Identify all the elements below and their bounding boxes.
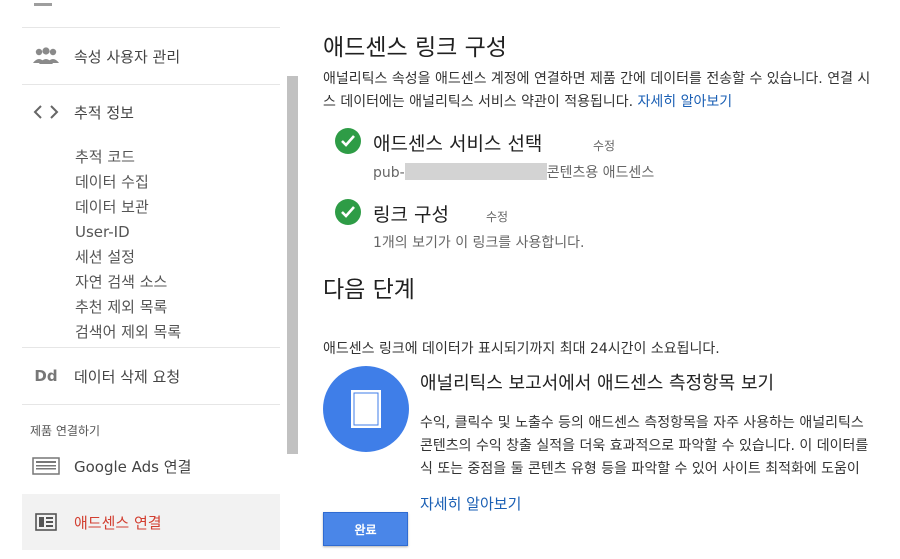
- publisher-prefix: pub-: [373, 165, 405, 181]
- sidebar-top-item[interactable]: [22, 0, 280, 28]
- report-icon: [323, 366, 409, 452]
- publisher-suffix: 콘텐츠용 애드센스: [546, 165, 655, 181]
- step2-title: 링크 구성: [373, 204, 449, 226]
- sidebar-item-label: Google Ads 연결: [74, 457, 192, 476]
- people-icon: [32, 45, 60, 67]
- step1-subtext: pub- 콘텐츠용 애드센스: [373, 162, 654, 182]
- subitem-session-settings[interactable]: 세션 설정: [75, 245, 135, 270]
- sidebar-item-data-deletion[interactable]: Dd 데이터 삭제 요청: [22, 347, 280, 405]
- check-icon: [335, 128, 361, 154]
- description-line-2: 스 데이터에는 애널리틱스 서비스 약관이 적용됩니다. 자세히 알아보기: [323, 91, 900, 114]
- sidebar-item-tracking-info[interactable]: 추적 정보: [22, 84, 280, 140]
- card-title: 애널리틱스 보고서에서 애드센스 측정항목 보기: [420, 373, 775, 394]
- delay-notice: 애드센스 링크에 데이터가 표시되기까지 최대 24시간이 소요됩니다.: [323, 341, 720, 357]
- sidebar-item-label: 속성 사용자 관리: [74, 47, 181, 66]
- subitem-data-retention[interactable]: 데이터 보관: [75, 195, 149, 220]
- sidebar-item-label: 데이터 삭제 요청: [74, 367, 181, 386]
- card-line-1: 수익, 클릭수 및 노출수 등의 애드센스 측정항목을 자주 사용하는 애널리틱…: [420, 415, 864, 431]
- description-line-1: 애널리틱스 속성을 애드센스 계정에 연결하면 제품 간에 데이터를 전송할 수…: [323, 71, 871, 87]
- subitem-search-term-exclusion[interactable]: 검색어 제외 목록: [75, 320, 181, 345]
- learn-more-link[interactable]: 자세히 알아보기: [638, 94, 733, 110]
- code-icon: [32, 101, 60, 123]
- description-line-2-text: 스 데이터에는 애널리틱스 서비스 약관이 적용됩니다.: [323, 94, 634, 110]
- step2-subtext: 1개의 보기가 이 링크를 사용합니다.: [373, 235, 585, 251]
- subitem-tracking-code[interactable]: 추적 코드: [75, 145, 135, 170]
- truncated-icon: [34, 3, 52, 6]
- adsense-icon: [32, 511, 60, 533]
- section-label-product-linking: 제품 연결하기: [30, 424, 101, 438]
- subitem-organic-search-sources[interactable]: 자연 검색 소스: [75, 270, 167, 295]
- sidebar-item-label: 추적 정보: [74, 103, 134, 122]
- subitem-referral-exclusion[interactable]: 추천 제외 목록: [75, 295, 167, 320]
- step1-edit-link[interactable]: 수정: [593, 137, 615, 154]
- sidebar-item-google-ads[interactable]: Google Ads 연결: [22, 438, 280, 495]
- card-learn-more-link[interactable]: 자세히 알아보기: [420, 493, 521, 514]
- admin-sidebar: 속성 사용자 관리 추적 정보 추적 코드 데이터 수집 데이터 보관 User…: [0, 0, 298, 559]
- google-ads-icon: [32, 455, 60, 477]
- step1-title: 애드센스 서비스 선택: [373, 133, 543, 155]
- sidebar-scrollbar[interactable]: [287, 76, 298, 454]
- sidebar-item-user-management[interactable]: 속성 사용자 관리: [22, 28, 280, 85]
- card-body: 수익, 클릭수 및 노출수 등의 애드센스 측정항목을 자주 사용하는 애널리틱…: [420, 412, 900, 481]
- page-title: 애드센스 링크 구성: [323, 35, 507, 61]
- redacted-publisher-id: [404, 163, 547, 180]
- subitem-user-id[interactable]: User-ID: [75, 220, 130, 245]
- subitem-data-collection[interactable]: 데이터 수집: [75, 170, 149, 195]
- card-line-2: 콘텐츠의 수익 창출 실적을 더욱 효과적으로 파악할 수 있습니다. 이 데이…: [420, 438, 869, 454]
- step2-edit-link[interactable]: 수정: [486, 208, 508, 225]
- check-icon: [335, 199, 361, 225]
- next-steps-heading: 다음 단계: [323, 277, 415, 303]
- done-button[interactable]: 완료: [323, 512, 408, 546]
- sidebar-item-label: 애드센스 연결: [74, 513, 162, 532]
- sidebar-item-adsense[interactable]: 애드센스 연결: [22, 494, 280, 550]
- description: 애널리틱스 속성을 애드센스 계정에 연결하면 제품 간에 데이터를 전송할 수…: [323, 68, 900, 114]
- card-line-3: 식 또는 중점을 둘 콘텐츠 유형 등을 파악할 수 있어 사이트 최적화에 도…: [420, 461, 860, 477]
- dd-icon: Dd: [34, 367, 58, 385]
